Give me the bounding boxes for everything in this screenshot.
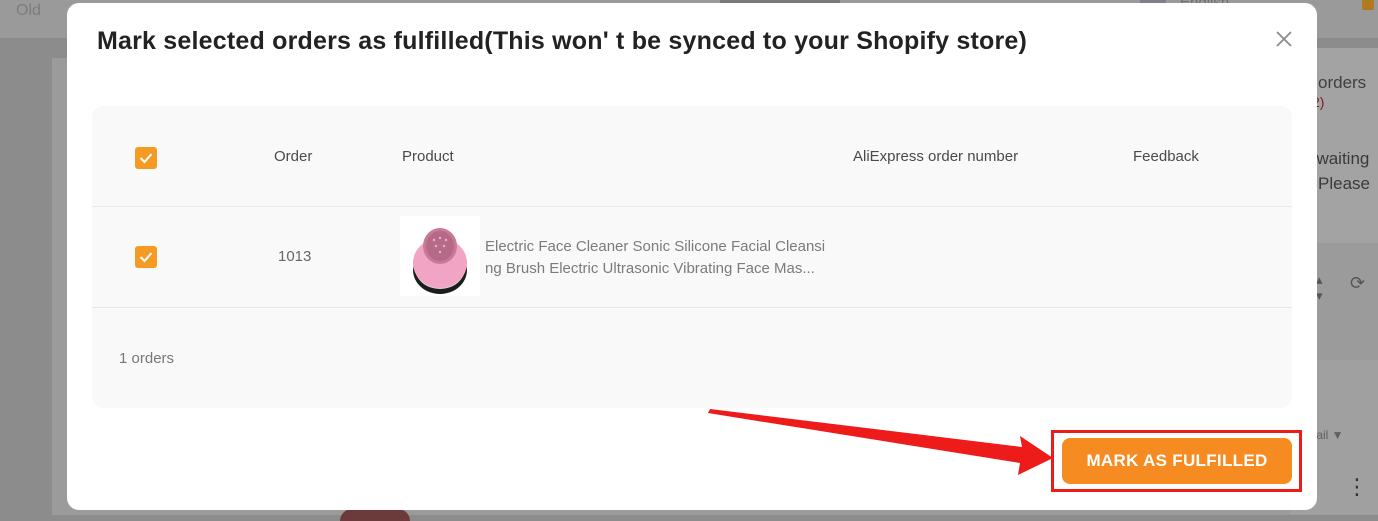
order-number: 1013 xyxy=(278,248,312,265)
table-row: 1013 Electric Face Cleaner Sonic Silicon… xyxy=(92,206,1292,308)
row-checkbox[interactable] xyxy=(135,246,157,268)
product-name: Electric Face Cleaner Sonic Silicone Fac… xyxy=(485,238,826,277)
table-header-row: Order Product AliExpress order number Fe… xyxy=(92,106,1292,206)
orders-count: 1 orders xyxy=(119,350,175,367)
refresh-icon: ⟳ xyxy=(1350,273,1366,293)
select-all-checkbox[interactable] xyxy=(135,147,157,169)
column-header-product: Product xyxy=(402,148,454,165)
mark-as-fulfilled-button[interactable]: MARK AS FULFILLED xyxy=(1062,438,1292,484)
more-options-icon: ⋮ xyxy=(1346,474,1368,499)
background-detail-label: tail ▼ xyxy=(1313,428,1344,442)
notification-icon xyxy=(1362,0,1374,10)
column-header-feedback: Feedback xyxy=(1133,148,1199,165)
background-sidebar xyxy=(0,38,52,515)
column-header-aliexpress-order-number: AliExpress order number xyxy=(853,148,1019,165)
checkmark-icon xyxy=(139,252,153,263)
checkmark-icon xyxy=(139,153,153,164)
background-notice-line2: Please xyxy=(1318,174,1370,193)
close-icon[interactable] xyxy=(1272,27,1296,51)
dialog-title: Mark selected orders as fulfilled(This w… xyxy=(97,27,1028,55)
background-old-label: Old xyxy=(16,2,41,19)
background-panel-title: orders xyxy=(1318,73,1367,92)
background-image-fragment xyxy=(340,509,410,521)
orders-table: Order Product AliExpress order number Fe… xyxy=(92,106,1292,408)
column-header-order: Order xyxy=(274,148,313,165)
mark-fulfilled-dialog: Mark selected orders as fulfilled(This w… xyxy=(67,3,1317,510)
product-thumbnail xyxy=(400,216,480,296)
